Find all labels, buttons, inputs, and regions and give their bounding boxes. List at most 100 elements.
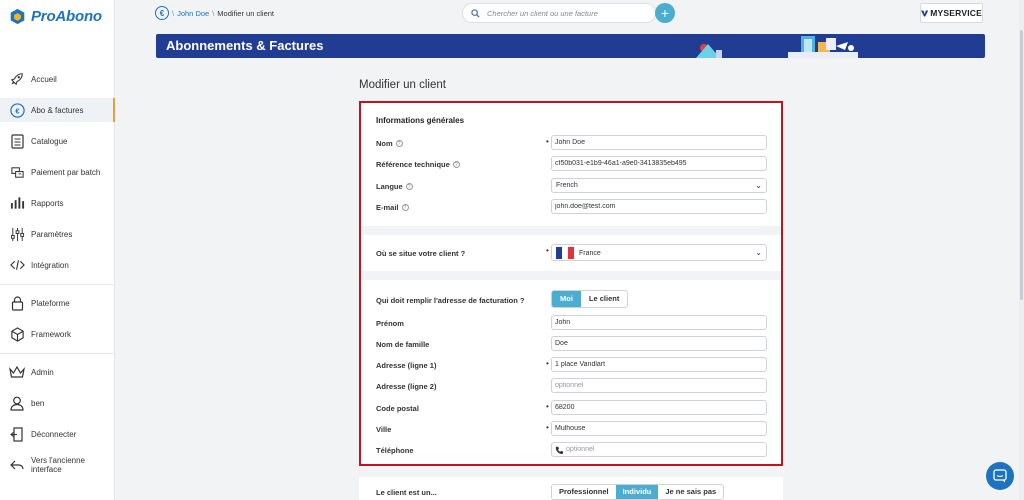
logo[interactable]: ProAbono xyxy=(9,8,102,25)
adresse2-input[interactable] xyxy=(551,378,767,393)
code-postal-label: Code postal xyxy=(376,404,419,413)
reference-input[interactable] xyxy=(551,156,767,171)
help-icon[interactable]: ? xyxy=(395,140,403,147)
chat-bubble-icon xyxy=(993,469,1007,483)
logo-hexagon-icon xyxy=(10,8,25,25)
sidebar: ProAbono Accueil € Abo & factures Catalo… xyxy=(0,0,115,500)
adresse1-label: Adresse (ligne 1) xyxy=(376,361,437,370)
search-input[interactable] xyxy=(487,8,647,18)
adresse2-label: Adresse (ligne 2) xyxy=(376,382,437,391)
nom-famille-label: Nom de famille xyxy=(376,340,430,349)
billing-question: Qui doit remplir l'adresse de facturatio… xyxy=(376,296,525,305)
sidebar-item-label: Vers l'ancienne interface xyxy=(31,456,86,474)
country-select-value: France xyxy=(579,249,601,257)
telephone-label: Téléphone xyxy=(376,446,414,455)
reference-label-text: Référence technique xyxy=(376,160,450,169)
country-select[interactable]: France ⌄ xyxy=(551,244,767,261)
country-select-display: France xyxy=(556,246,601,259)
sidebar-item-catalogue[interactable]: Catalogue xyxy=(0,129,115,153)
reference-label: Référence technique? xyxy=(376,160,460,169)
code-icon xyxy=(9,257,25,273)
brand-logo[interactable]: MYSERVICE xyxy=(920,3,983,23)
ville-input[interactable] xyxy=(551,421,767,436)
toggle-option-professionnel[interactable]: Professionnel xyxy=(552,485,616,499)
general-info-section: Informations générales Nom? • Référence … xyxy=(361,103,781,226)
toggle-option-individu[interactable]: Individu xyxy=(615,485,659,499)
email-label-text: E-mail xyxy=(376,203,399,212)
email-label: E-mail? xyxy=(376,203,409,212)
toggle-option-me[interactable]: Moi xyxy=(552,291,581,307)
sidebar-item-integration[interactable]: Intégration xyxy=(0,253,115,277)
telephone-input[interactable]: optionnel xyxy=(551,442,767,457)
topbar: € \ John Doe \ Modifier un client + MYSE… xyxy=(115,0,1024,30)
logout-door-icon xyxy=(9,426,25,442)
sidebar-item-user[interactable]: ben xyxy=(0,391,115,415)
sidebar-item-label: Catalogue xyxy=(31,136,68,146)
required-marker: • xyxy=(546,137,549,146)
help-icon[interactable]: ? xyxy=(401,204,409,211)
sidebar-item-ancienne-interface[interactable]: Vers l'ancienne interface xyxy=(0,453,115,477)
sidebar-item-label: Intégration xyxy=(31,260,69,270)
section-title: Informations générales xyxy=(376,116,465,125)
telephone-placeholder: optionnel xyxy=(566,446,595,453)
sidebar-item-accueil[interactable]: Accueil xyxy=(0,67,115,91)
phone-icon xyxy=(555,446,563,454)
sidebar-item-paiement-batch[interactable]: Paiement par batch xyxy=(0,160,115,184)
bar-chart-icon xyxy=(9,195,25,211)
client-type-label: Le client est un... xyxy=(376,488,437,497)
nom-input[interactable] xyxy=(551,135,767,150)
svg-text:€: € xyxy=(15,106,20,115)
chat-button[interactable] xyxy=(986,462,1014,490)
sidebar-item-label: Accueil xyxy=(31,74,57,84)
chevron-down-icon: ⌄ xyxy=(755,181,762,190)
code-postal-input[interactable] xyxy=(551,400,767,415)
sidebar-item-label: Rapports xyxy=(31,198,64,208)
back-arrow-icon xyxy=(9,457,25,473)
catalogue-book-icon xyxy=(9,133,25,149)
langue-label: Langue? xyxy=(376,182,413,191)
required-marker: • xyxy=(546,423,549,432)
sidebar-item-framework[interactable]: Framework xyxy=(0,322,115,346)
chevron-down-icon: ⌄ xyxy=(755,248,762,257)
toggle-option-je-ne-sais-pas[interactable]: Je ne sais pas xyxy=(658,485,723,499)
billing-filler-toggle: Moi Le client xyxy=(551,290,629,308)
client-type-toggle: Professionnel Individu Je ne sais pas xyxy=(551,484,725,500)
sidebar-item-rapports[interactable]: Rapports xyxy=(0,191,115,215)
prenom-label: Prénom xyxy=(376,319,404,328)
help-icon[interactable]: ? xyxy=(405,183,413,190)
crown-icon xyxy=(9,364,25,380)
breadcrumb: € \ John Doe \ Modifier un client xyxy=(155,6,274,20)
langue-select[interactable]: French ⌄ xyxy=(551,178,767,193)
sidebar-item-deconnecter[interactable]: Déconnecter xyxy=(0,422,115,446)
euro-coin-icon: € xyxy=(9,102,25,118)
email-input[interactable] xyxy=(551,199,767,214)
sidebar-item-label: Paiement par batch xyxy=(31,167,101,177)
sidebar-divider xyxy=(0,353,115,354)
prenom-input[interactable] xyxy=(551,315,767,330)
nom-label: Nom? xyxy=(376,139,403,148)
cube-icon xyxy=(9,326,25,342)
sidebar-item-parametres[interactable]: Paramètres xyxy=(0,222,115,246)
sidebar-item-admin[interactable]: Admin xyxy=(0,360,115,384)
toggle-option-client[interactable]: Le client xyxy=(581,291,627,307)
rocket-icon xyxy=(9,71,25,87)
sidebar-item-label: Plateforme xyxy=(31,298,70,308)
logo-text: ProAbono xyxy=(31,8,102,25)
langue-label-text: Langue xyxy=(376,182,403,191)
page-scrollbar-thumb[interactable] xyxy=(1020,30,1023,300)
search-box xyxy=(462,3,656,23)
euro-coin-icon[interactable]: € xyxy=(155,6,169,20)
sidebar-divider xyxy=(0,284,115,285)
nom-famille-input[interactable] xyxy=(551,336,767,351)
help-icon[interactable]: ? xyxy=(452,161,460,168)
france-flag-icon xyxy=(556,246,574,259)
banner-title: Abonnements & Factures xyxy=(166,38,324,53)
sidebar-item-plateforme[interactable]: Plateforme xyxy=(0,291,115,315)
sliders-icon xyxy=(9,226,25,242)
add-button[interactable]: + xyxy=(655,3,675,23)
ville-label: Ville xyxy=(376,425,392,434)
langue-select-value: French xyxy=(556,182,578,189)
breadcrumb-link[interactable]: John Doe xyxy=(177,9,209,18)
adresse1-input[interactable] xyxy=(551,357,767,372)
sidebar-item-abo-factures[interactable]: € Abo & factures xyxy=(0,98,115,122)
